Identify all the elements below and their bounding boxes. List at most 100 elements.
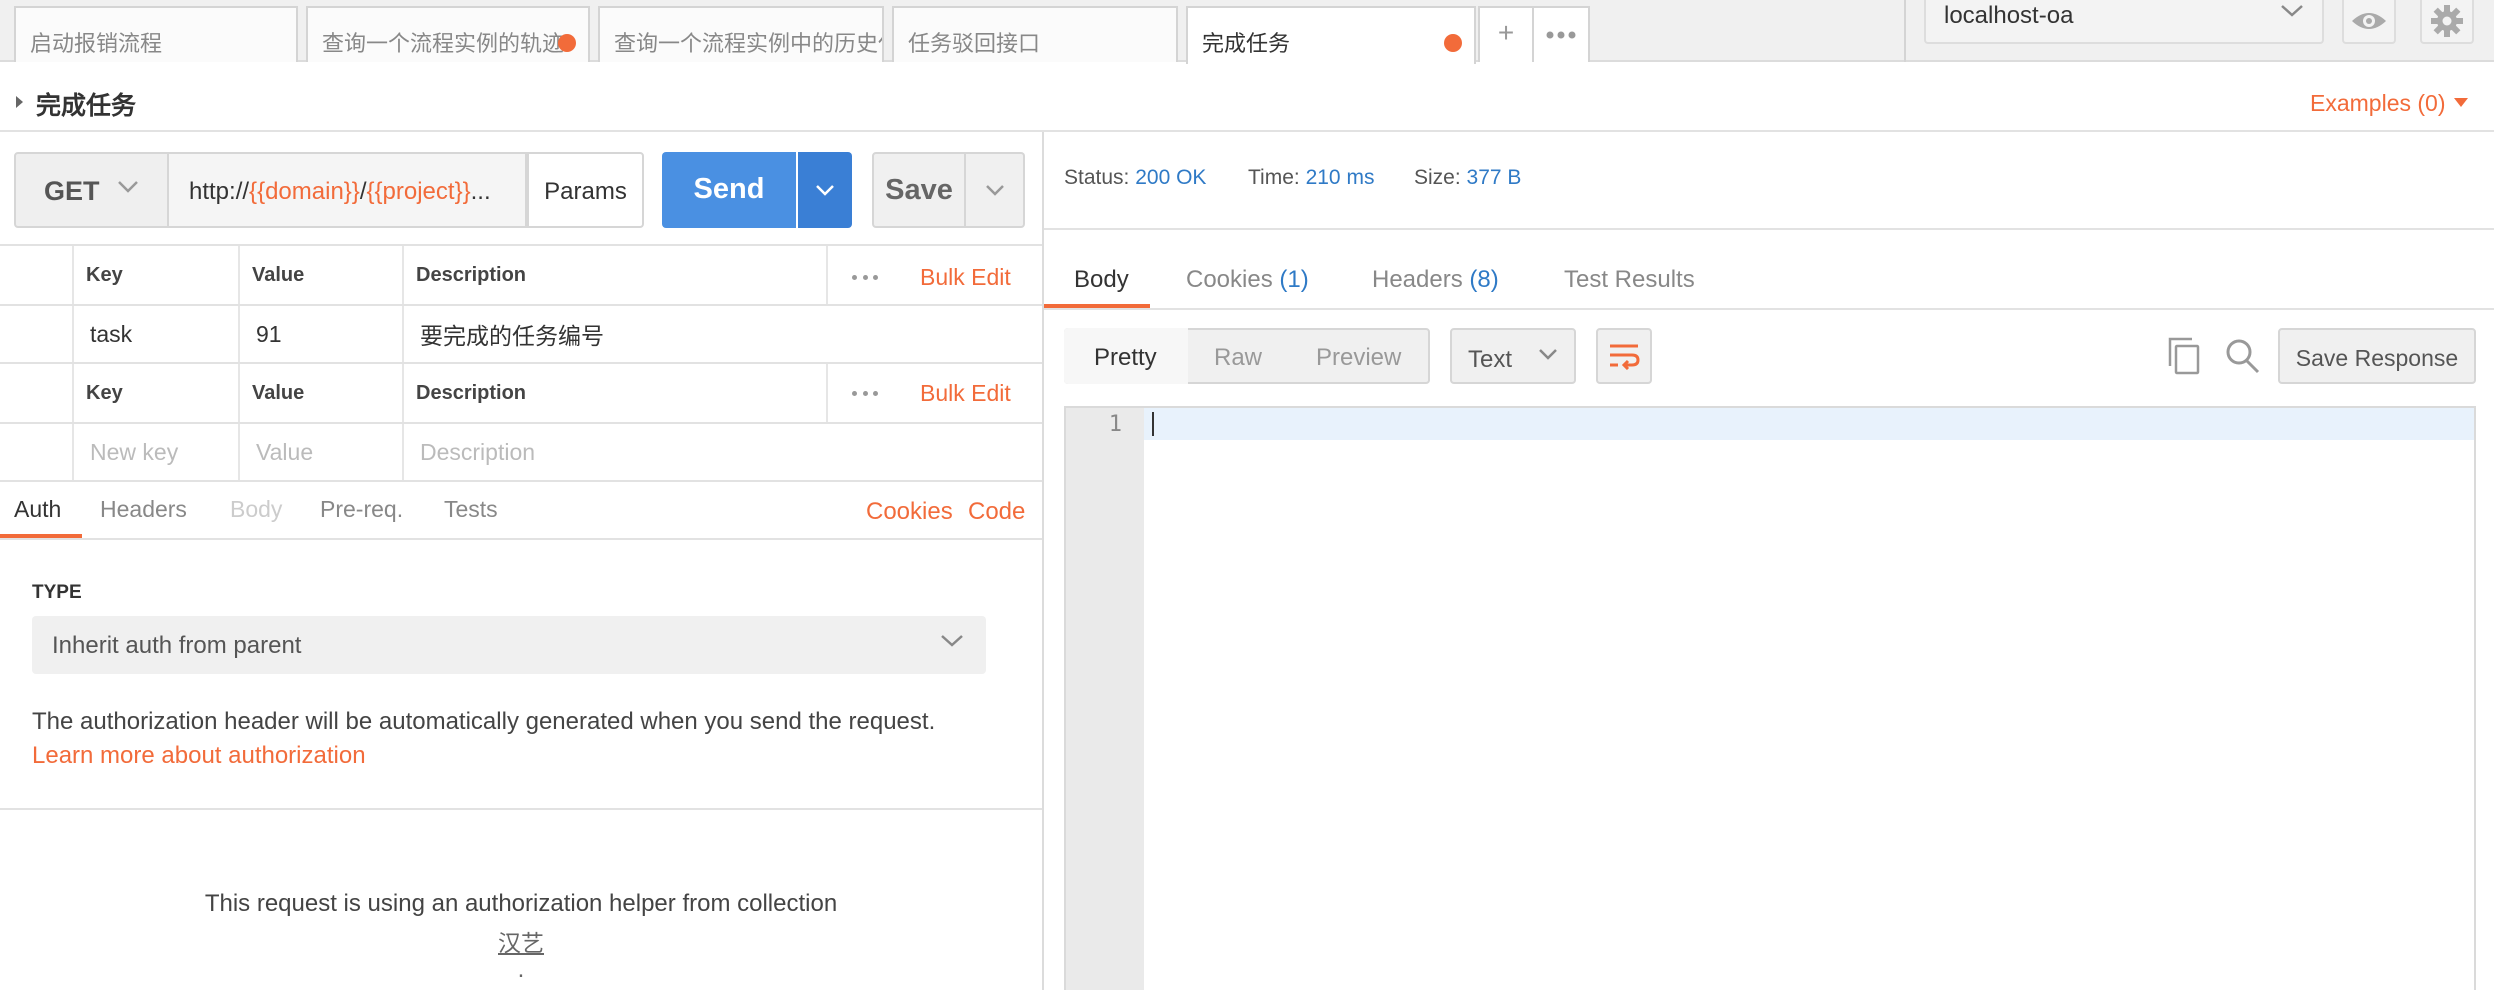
status-value: 200 OK (1135, 166, 1207, 189)
more-icon[interactable] (852, 275, 878, 280)
table-row[interactable]: task 91 要完成的任务编号 (0, 306, 1042, 364)
method-select[interactable]: GET (14, 152, 169, 228)
collection-name[interactable]: 汉艺 (498, 930, 544, 956)
save-button[interactable]: Save (872, 152, 966, 228)
caret-right-icon[interactable] (16, 96, 23, 108)
divider (0, 808, 1042, 810)
chevron-down-icon (2281, 5, 2303, 17)
settings-button[interactable] (2420, 0, 2474, 44)
text-cursor (1152, 412, 1154, 436)
column-header-key: Key (72, 246, 123, 304)
column-header-key: Key (72, 364, 123, 422)
active-line (1144, 408, 2474, 440)
tab-tests[interactable]: Tests (444, 496, 498, 523)
tab-item[interactable]: 任务驳回接口 (892, 6, 1178, 62)
add-tab-button[interactable]: + (1478, 6, 1534, 62)
environment-select[interactable]: localhost-oa (1924, 0, 2324, 44)
tab-item-active[interactable]: 完成任务 (1186, 6, 1476, 64)
tab-label: 完成任务 (1202, 31, 1291, 56)
url-ellipsis: ... (470, 178, 491, 205)
chevron-down-icon (118, 181, 138, 193)
auth-type-value: Inherit auth from parent (52, 632, 302, 659)
environment-quick-look-button[interactable] (2342, 0, 2396, 44)
tab-item[interactable]: 启动报销流程 (14, 6, 298, 62)
raw-button[interactable]: Raw (1214, 344, 1262, 372)
send-button[interactable]: Send (662, 152, 796, 228)
copy-button[interactable] (2166, 336, 2202, 381)
collection-link[interactable]: 汉艺 (0, 924, 1042, 958)
tab-label: Headers (1372, 266, 1463, 293)
divider (1044, 228, 2494, 230)
active-tab-underline (0, 534, 82, 538)
chevron-down-icon (985, 185, 1004, 196)
tab-auth[interactable]: Auth (14, 496, 61, 523)
format-select[interactable]: Text (1450, 328, 1576, 384)
preview-button[interactable]: Preview (1316, 344, 1401, 372)
tab-body[interactable]: Body (230, 496, 282, 523)
request-name-bar (0, 62, 2494, 132)
caret-down-icon[interactable] (2454, 98, 2468, 107)
send-options-button[interactable] (798, 152, 852, 228)
param-key[interactable]: task (72, 306, 132, 362)
divider (1904, 0, 1906, 62)
new-value-input[interactable]: Value (238, 424, 313, 480)
url-input[interactable]: http://{{domain}}/{{project}}... (169, 152, 527, 228)
param-value[interactable]: 91 (238, 306, 282, 362)
more-icon (1546, 31, 1576, 39)
table-row-new[interactable]: New key Value Description (0, 424, 1042, 482)
tab-options-button[interactable] (1532, 6, 1590, 62)
bulk-edit-link[interactable]: Bulk Edit (920, 264, 1011, 291)
tab-pre-request[interactable]: Pre-req. (320, 496, 403, 523)
url-variable-domain: {{domain}} (249, 178, 360, 205)
chevron-down-icon (1539, 349, 1557, 360)
tab-item[interactable]: 查询一个流程实例的轨迹 (306, 6, 590, 62)
response-editor[interactable] (1064, 406, 2476, 990)
params-button[interactable]: Params (527, 152, 644, 228)
save-response-button[interactable]: Save Response (2278, 328, 2476, 384)
tab-label: 查询一个流程实例的轨迹 (322, 31, 565, 56)
chevron-down-icon (816, 185, 834, 196)
line-number: 1 (1108, 412, 1122, 437)
new-key-input[interactable]: New key (72, 424, 178, 480)
more-icon[interactable] (852, 391, 878, 396)
code-link[interactable]: Code (968, 498, 1025, 526)
tab-label: 任务驳回接口 (908, 31, 1041, 56)
param-description[interactable]: 要完成的任务编号 (402, 306, 604, 362)
params-header-row: Key Value Description Bulk Edit (0, 244, 1042, 306)
url-separator: / (359, 178, 367, 205)
size-readout: Size: 377 B (1414, 166, 1521, 190)
plus-icon: + (1497, 17, 1515, 48)
examples-dropdown[interactable]: Examples (0) (2310, 90, 2445, 117)
method-value: GET (44, 176, 100, 206)
tab-response-cookies[interactable]: Cookies (1) (1186, 266, 1309, 294)
count-badge: (1) (1279, 266, 1309, 293)
learn-more-auth-link[interactable]: Learn more about authorization (32, 742, 366, 770)
search-button[interactable] (2224, 336, 2262, 381)
column-header-description: Description (402, 364, 828, 422)
tab-test-results[interactable]: Test Results (1564, 266, 1695, 294)
cookies-link[interactable]: Cookies (866, 498, 953, 526)
tab-item[interactable]: 查询一个流程实例中的历史任务 (598, 6, 884, 62)
save-options-button[interactable] (966, 152, 1025, 228)
unsaved-dot-icon (558, 34, 576, 52)
time-value: 210 ms (1305, 166, 1375, 189)
count-badge: (8) (1469, 266, 1499, 293)
request-title[interactable]: 完成任务 (36, 86, 136, 122)
tab-headers[interactable]: Headers (100, 496, 187, 523)
pretty-button[interactable]: Pretty (1094, 344, 1157, 372)
new-description-input[interactable]: Description (402, 424, 535, 480)
bulk-edit-link[interactable]: Bulk Edit (920, 380, 1011, 407)
format-value: Text (1468, 346, 1513, 373)
auth-type-select[interactable]: Inherit auth from parent (32, 616, 986, 674)
wrap-lines-button[interactable] (1596, 328, 1652, 384)
tab-label: 查询一个流程实例中的历史任务 (614, 31, 882, 56)
time-readout: Time: 210 ms (1248, 166, 1374, 190)
tab-response-headers[interactable]: Headers (8) (1372, 266, 1499, 294)
column-header-value: Value (238, 246, 304, 304)
tab-response-body[interactable]: Body (1074, 266, 1129, 294)
unsaved-dot-icon (1444, 34, 1462, 52)
gear-icon (2431, 5, 2463, 37)
chevron-down-icon (941, 635, 963, 647)
copy-icon (2168, 337, 2200, 375)
auth-type-label: TYPE (32, 582, 82, 603)
